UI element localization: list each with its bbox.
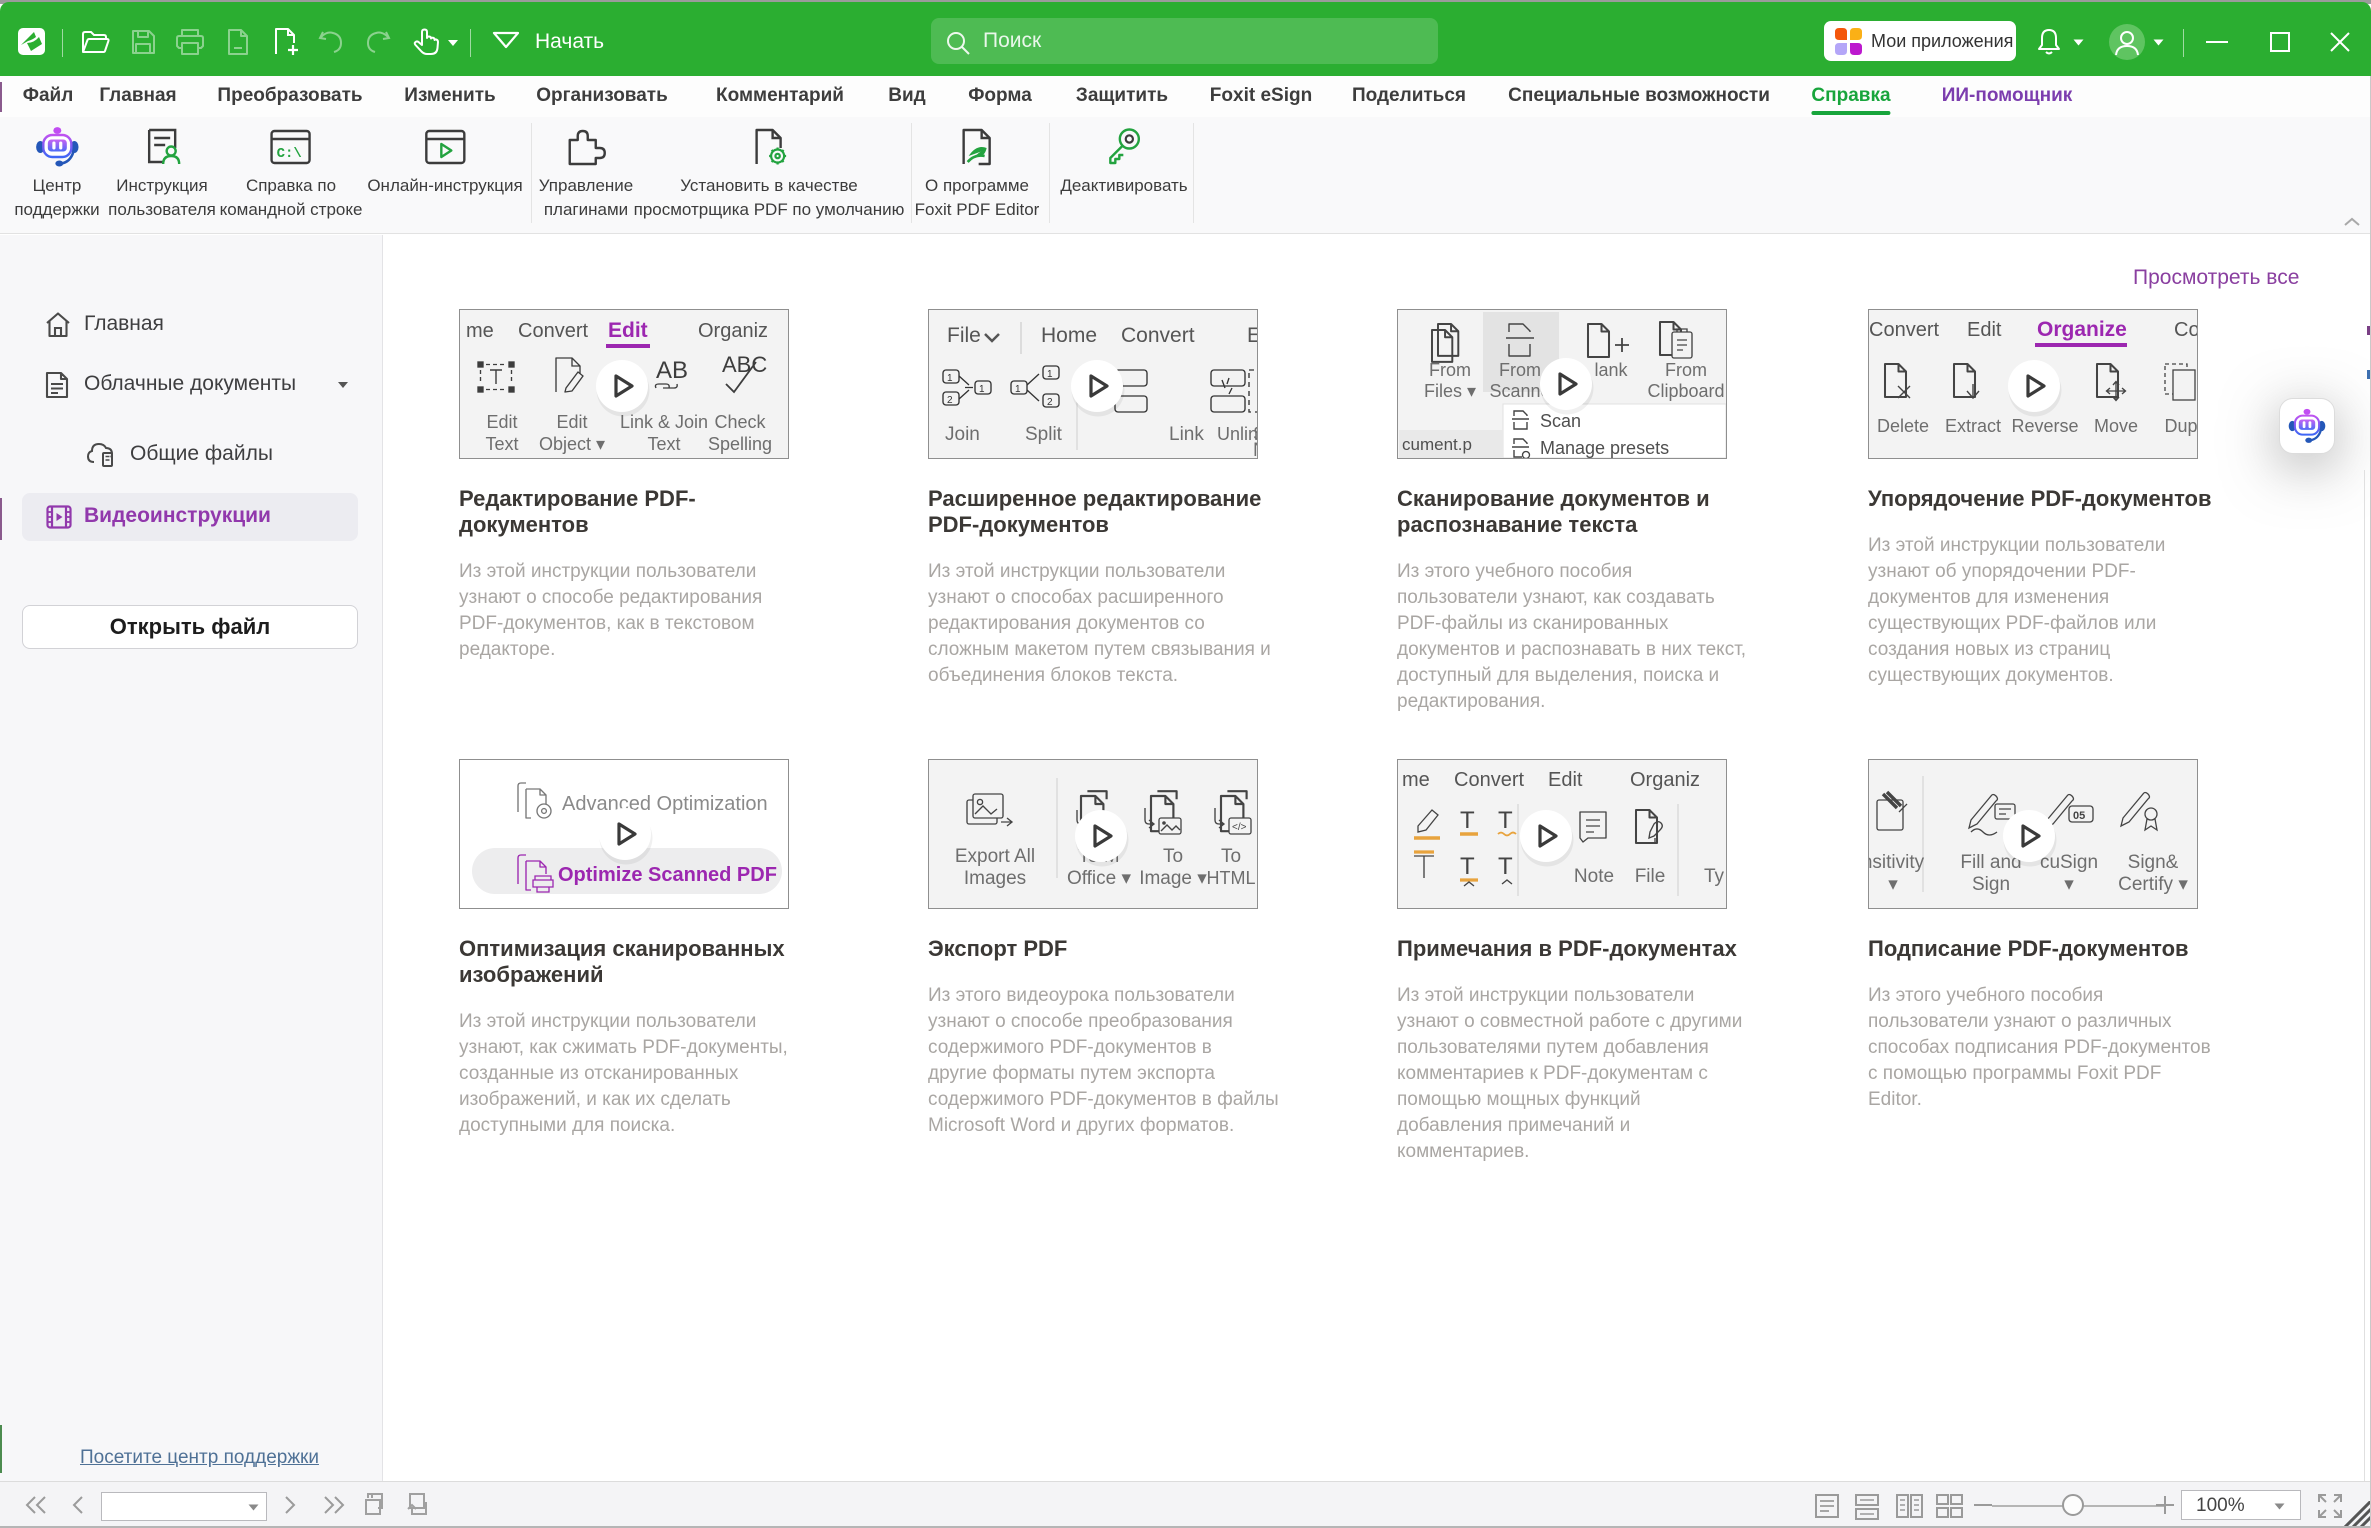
svg-text:Ty: Ty [1704,866,1725,887]
svg-text:Images: Images [964,868,1026,889]
svg-text:Link: Link [1169,424,1204,445]
svg-text:From: From [1499,360,1541,380]
svg-text:Link & Join: Link & Join [620,412,708,432]
svg-text:1: 1 [947,373,953,384]
svg-text:cument.p: cument.p [1402,435,1472,454]
svg-text:Image ▾: Image ▾ [1139,868,1207,889]
svg-text:1: 1 [1047,369,1053,380]
svg-text:Convert: Convert [1454,769,1524,791]
svg-text:AB: AB [656,357,688,384]
svg-text:▾: ▾ [2064,874,2074,895]
svg-text:nsitivity: nsitivity [1869,852,1925,873]
svg-text:▾: ▾ [1888,874,1898,895]
svg-text:T: T [1498,807,1513,834]
svg-text:Organiz: Organiz [698,320,768,342]
svg-text:Reverse: Reverse [2011,416,2078,436]
svg-text:Files ▾: Files ▾ [1424,381,1476,401]
svg-text:Office ▾: Office ▾ [1067,868,1132,889]
svg-text:Home: Home [1041,324,1097,347]
svg-text:Text: Text [485,434,518,454]
svg-text:Export All: Export All [955,846,1035,867]
svg-text:Edit: Edit [486,412,517,432]
svg-text:Certify ▾: Certify ▾ [2118,874,2188,895]
svg-text:E: E [1247,324,1257,347]
svg-text:Optimize Scanned PDF: Optimize Scanned PDF [558,864,777,886]
svg-text:Dupli: Dupli [2164,416,2197,436]
svg-text:Edit: Edit [608,319,648,342]
svg-text:N: N [1253,440,1257,458]
svg-text:T: T [1498,853,1513,880]
svg-text:Clipboard: Clipboard [1647,381,1724,401]
svg-text:ABC: ABC [722,352,767,377]
svg-text:me: me [466,320,494,342]
svg-text:To: To [1163,846,1183,867]
svg-text:C:\: C:\ [277,146,302,162]
svg-text:From: From [1665,360,1707,380]
svg-text:</>: </> [1232,822,1247,833]
svg-text:Extract: Extract [1945,416,2001,436]
svg-text:05: 05 [2073,810,2085,822]
svg-text:Note: Note [1574,866,1614,887]
svg-text:T: T [1460,807,1475,834]
svg-text:Advanced Optimization: Advanced Optimization [562,793,768,815]
svg-text:Text: Text [647,434,680,454]
svg-text:Edit: Edit [1967,319,2002,341]
svg-text:To: To [1221,846,1241,867]
svg-text:File: File [1635,866,1666,887]
svg-text:Convert: Convert [1121,324,1195,347]
svg-text:2: 2 [1047,397,1053,408]
svg-text:Convert: Convert [1869,319,1939,341]
svg-text:Edit: Edit [556,412,587,432]
svg-text:Object ▾: Object ▾ [539,434,605,454]
svg-text:Co: Co [2174,319,2197,341]
svg-text:lank: lank [1594,360,1628,380]
svg-text:Delete: Delete [1877,416,1929,436]
svg-text:Scan: Scan [1540,411,1581,431]
svg-text:Edit: Edit [1548,769,1583,791]
svg-text:T: T [1460,853,1475,880]
svg-text:2: 2 [947,395,953,406]
svg-text:Split: Split [1025,424,1063,445]
svg-text:Organiz: Organiz [1630,769,1700,791]
svg-text:Manage presets: Manage presets [1540,438,1669,458]
svg-text:Unlink: Unlink [1217,424,1257,444]
svg-text:Move: Move [2094,416,2138,436]
svg-text:Sign&: Sign& [2128,852,2179,873]
svg-text:Join: Join [945,424,980,445]
svg-text:Check: Check [714,412,766,432]
svg-text:Sign: Sign [1972,874,2010,895]
svg-text:1: 1 [1015,384,1021,395]
svg-text:me: me [1402,769,1430,791]
svg-text:Organize: Organize [2037,318,2127,341]
svg-text:1: 1 [979,384,985,395]
svg-text:Spelling: Spelling [708,434,772,454]
svg-text:Convert: Convert [518,320,588,342]
svg-text:File: File [947,324,981,347]
svg-text:From: From [1429,360,1471,380]
svg-text:HTML: HTML [1207,868,1256,888]
